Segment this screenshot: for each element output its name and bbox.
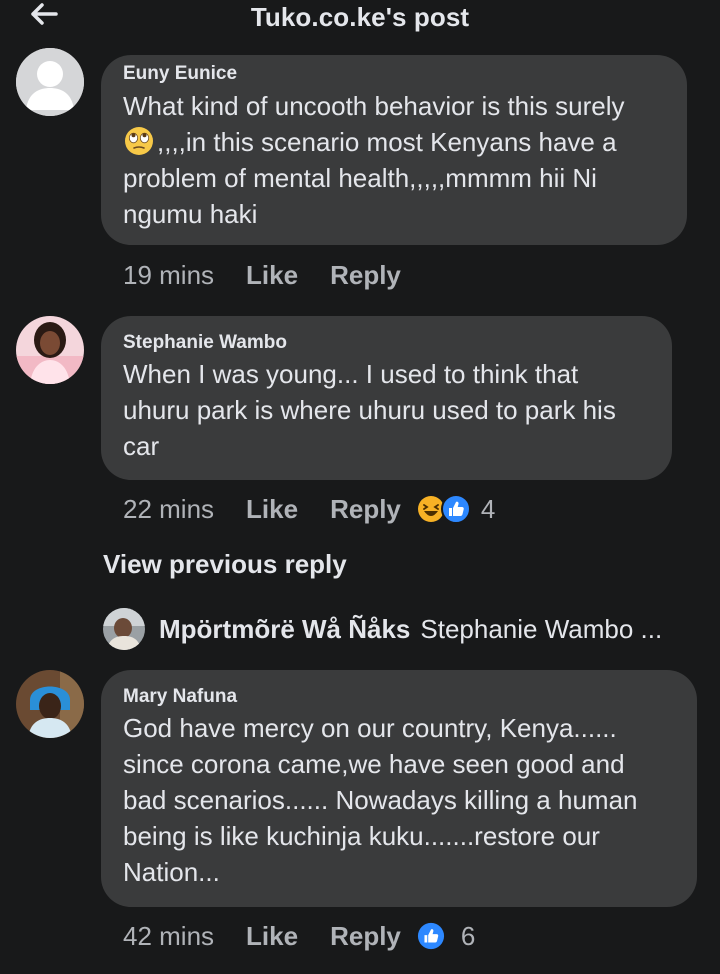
like-reaction-icon [417,922,444,950]
comment-time: 19 mins [123,259,215,290]
post-comments-screen: Tuko.co.ke's post Euny Eunice What kind … [0,0,720,974]
comment-line: When I was young... I used to think that [123,359,579,389]
comment-text: God have mercy on our country, Kenya....… [123,710,638,890]
default-avatar-icon [16,48,84,116]
comment-time: 22 mins [123,493,215,524]
comment-line: problem of mental health,,,,,mmmm hii Ni [123,163,597,193]
comment-line: God have mercy on our country, Kenya....… [123,713,617,743]
like-reaction-icon [440,494,471,524]
comment-meta-1: 19 mins Like Reply [123,257,401,293]
reactions-summary[interactable]: 4 [417,494,495,525]
reply-preview[interactable]: Mpörtmõrë Wå Ñåks Stephanie Wambo ... [103,608,703,650]
rolling-eyes-emoji-icon [125,127,153,155]
comment-line-with-emoji: ,,,,in this scenario most Kenyans have a [123,124,624,160]
reactions-summary[interactable]: 6 [417,921,475,952]
page-title: Tuko.co.ke's post [250,2,470,32]
like-button[interactable]: Like [246,921,298,952]
reply-author-name[interactable]: Mpörtmõrë Wå Ñåks [159,614,410,645]
comment-time: 42 mins [123,920,215,951]
profile-photo-icon [103,608,145,650]
comment-bubble-3[interactable]: Mary Nafuna God have mercy on our countr… [101,670,697,907]
profile-photo-icon [16,316,84,384]
comment-author[interactable]: Mary Nafuna [123,686,237,708]
comment-meta-3: 42 mins Like Reply 6 [123,918,475,954]
avatar-mary-nafuna[interactable] [16,670,84,738]
comment-line: since corona came,we have seen good and [123,749,625,779]
comment-line: uhuru park is where uhuru used to park h… [123,395,616,425]
reaction-count: 4 [480,493,496,524]
comment-bubble-1[interactable]: Euny Eunice What kind of uncooth behavio… [101,55,687,245]
comment-line: being is like kuchinja kuku.......restor… [123,821,600,851]
avatar-stephanie-wambo[interactable] [16,316,84,384]
comment-text: What kind of uncooth behavior is this su… [123,88,624,232]
avatar-euny-eunice[interactable] [16,48,84,116]
reply-button[interactable]: Reply [330,921,401,952]
like-button[interactable]: Like [246,260,298,291]
comment-bubble-2[interactable]: Stephanie Wambo When I was young... I us… [101,316,672,480]
comment-meta-2: 22 mins Like Reply 4 [123,491,495,527]
like-button[interactable]: Like [246,494,298,525]
reply-preview-text: Stephanie Wambo ... [420,613,663,644]
comment-line: bad scenarios...... Nowadays killing a h… [123,785,638,815]
reply-button[interactable]: Reply [330,260,401,291]
comment-line-text: ,,,,in this scenario most Kenyans have a [157,127,617,157]
comment-author[interactable]: Stephanie Wambo [123,332,287,354]
comment-line: car [123,431,160,461]
reply-button[interactable]: Reply [330,494,401,525]
view-previous-reply-link[interactable]: View previous reply [103,549,347,580]
avatar-reply-author[interactable] [103,608,145,650]
reaction-count: 6 [460,920,476,951]
profile-photo-icon [16,670,84,738]
comment-author[interactable]: Euny Eunice [123,63,237,85]
comment-text: When I was young... I used to think that… [123,356,616,464]
comment-line: Nation... [123,857,220,887]
comment-line: ngumu haki [123,199,258,229]
comment-line: What kind of uncooth behavior is this su… [123,91,625,121]
top-bar: Tuko.co.ke's post [0,0,720,40]
